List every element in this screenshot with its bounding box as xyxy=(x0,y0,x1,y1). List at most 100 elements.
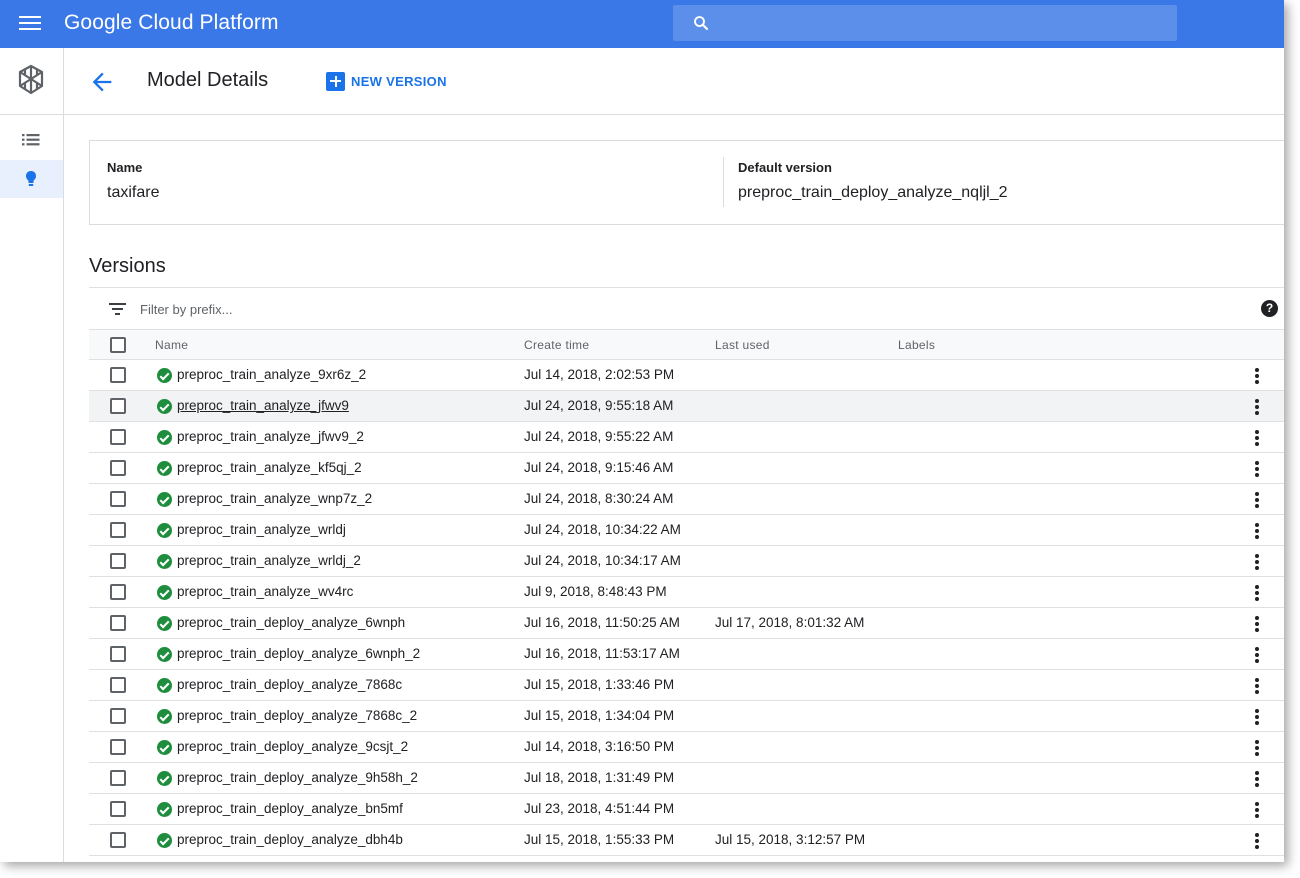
help-icon[interactable]: ? xyxy=(1261,300,1278,317)
row-checkbox[interactable] xyxy=(110,801,126,817)
more-vert-icon[interactable] xyxy=(1249,614,1265,634)
table-row[interactable]: preproc_train_analyze_jfwv9 Jul 24, 2018,… xyxy=(89,391,1284,422)
status-ok-icon xyxy=(157,771,172,786)
create-time-cell: Jul 9, 2018, 8:48:43 PM xyxy=(524,584,667,599)
row-checkbox[interactable] xyxy=(110,398,126,414)
table-row[interactable]: preproc_train_deploy_analyze_7868c_2 Jul … xyxy=(89,701,1284,732)
table-row[interactable]: preproc_train_deploy_analyze_7868c Jul 15… xyxy=(89,670,1284,701)
table-row[interactable]: preproc_train_deploy_analyze_bn5mf Jul 23… xyxy=(89,794,1284,825)
table-row[interactable]: preproc_train_analyze_wrldj_2 Jul 24, 201… xyxy=(89,546,1284,577)
column-header-create-time[interactable]: Create time xyxy=(524,338,589,352)
row-checkbox[interactable] xyxy=(110,677,126,693)
row-checkbox[interactable] xyxy=(110,584,126,600)
row-checkbox[interactable] xyxy=(110,646,126,662)
filter-input[interactable] xyxy=(140,298,840,320)
last-used-cell: Jul 17, 2018, 8:01:32 AM xyxy=(715,615,865,630)
more-vert-icon[interactable] xyxy=(1249,676,1265,696)
more-vert-icon[interactable] xyxy=(1249,459,1265,479)
table-row[interactable]: preproc_train_deploy_analyze_9csjt_2 Jul … xyxy=(89,732,1284,763)
version-name-link[interactable]: preproc_train_deploy_analyze_dbh4b xyxy=(177,832,403,847)
lightbulb-icon xyxy=(26,171,36,186)
app-window: Google Cloud Platform Model Details NEW … xyxy=(0,0,1284,862)
select-all-checkbox[interactable] xyxy=(110,337,126,353)
row-checkbox[interactable] xyxy=(110,770,126,786)
version-name-link[interactable]: preproc_train_deploy_analyze_bn5mf xyxy=(177,801,403,816)
more-vert-icon[interactable] xyxy=(1249,366,1265,386)
table-row[interactable]: preproc_train_deploy_analyze_6wnph_2 Jul … xyxy=(89,639,1284,670)
row-checkbox[interactable] xyxy=(110,460,126,476)
filter-icon[interactable] xyxy=(109,301,127,317)
status-ok-icon xyxy=(157,430,172,445)
table-row[interactable]: preproc_train_deploy_analyze_dbh4b Jul 15… xyxy=(89,825,1284,856)
table-row[interactable]: preproc_train_analyze_kf5qj_2 Jul 24, 201… xyxy=(89,453,1284,484)
version-name-link[interactable]: preproc_train_analyze_jfwv9_2 xyxy=(177,429,364,444)
table-row[interactable]: preproc_train_analyze_jfwv9_2 Jul 24, 201… xyxy=(89,422,1284,453)
new-version-button[interactable]: NEW VERSION xyxy=(326,70,447,92)
filter-bar: ? xyxy=(89,287,1284,330)
rail-item-models[interactable] xyxy=(0,160,63,198)
rail-divider xyxy=(0,114,63,115)
version-name-link[interactable]: preproc_train_deploy_analyze_6wnph_2 xyxy=(177,646,420,661)
version-name-link[interactable]: preproc_train_analyze_wnp7z_2 xyxy=(177,491,372,506)
version-name-link[interactable]: preproc_train_deploy_analyze_7868c_2 xyxy=(177,708,417,723)
column-header-labels[interactable]: Labels xyxy=(898,338,935,352)
more-vert-icon[interactable] xyxy=(1249,490,1265,510)
more-vert-icon[interactable] xyxy=(1249,428,1265,448)
table-row[interactable]: preproc_train_analyze_wnp7z_2 Jul 24, 201… xyxy=(89,484,1284,515)
row-checkbox[interactable] xyxy=(110,553,126,569)
more-vert-icon[interactable] xyxy=(1249,397,1265,417)
search-icon xyxy=(694,16,709,31)
menu-icon[interactable] xyxy=(18,13,42,35)
version-name-link[interactable]: preproc_train_deploy_analyze_9h58h_2 xyxy=(177,770,418,785)
create-time-cell: Jul 14, 2018, 3:16:50 PM xyxy=(524,739,675,754)
column-header-name[interactable]: Name xyxy=(155,338,188,352)
ai-platform-logo-icon[interactable] xyxy=(13,62,49,98)
table-row[interactable]: preproc_train_analyze_wv4rc Jul 9, 2018, … xyxy=(89,577,1284,608)
list-icon xyxy=(22,134,40,146)
version-name-link[interactable]: preproc_train_analyze_wrldj xyxy=(177,522,346,537)
column-header-last-used[interactable]: Last used xyxy=(715,338,770,352)
back-arrow-icon[interactable] xyxy=(88,68,116,96)
more-vert-icon[interactable] xyxy=(1249,738,1265,758)
version-name-link[interactable]: preproc_train_deploy_analyze_9csjt_2 xyxy=(177,739,408,754)
last-used-cell: Jul 15, 2018, 3:12:57 PM xyxy=(715,832,866,847)
more-vert-icon[interactable] xyxy=(1249,800,1265,820)
new-version-label: NEW VERSION xyxy=(351,73,447,89)
row-checkbox[interactable] xyxy=(110,708,126,724)
search-bar[interactable] xyxy=(673,5,1177,41)
more-vert-icon[interactable] xyxy=(1249,831,1265,851)
table-row[interactable]: preproc_train_analyze_9xr6z_2 Jul 14, 201… xyxy=(89,360,1284,391)
left-rail xyxy=(0,48,64,862)
more-vert-icon[interactable] xyxy=(1249,645,1265,665)
more-vert-icon[interactable] xyxy=(1249,769,1265,789)
version-name-link[interactable]: preproc_train_analyze_wrldj_2 xyxy=(177,553,361,568)
table-row[interactable]: preproc_train_analyze_wrldj Jul 24, 2018,… xyxy=(89,515,1284,546)
table-row[interactable]: preproc_train_deploy_analyze_9h58h_2 Jul … xyxy=(89,763,1284,794)
version-name-link[interactable]: preproc_train_analyze_jfwv9 xyxy=(177,398,349,413)
row-checkbox[interactable] xyxy=(110,491,126,507)
more-vert-icon[interactable] xyxy=(1249,521,1265,541)
row-checkbox[interactable] xyxy=(110,522,126,538)
table-row[interactable]: preproc_train_deploy_analyze_6wnph Jul 16… xyxy=(89,608,1284,639)
row-checkbox[interactable] xyxy=(110,832,126,848)
status-ok-icon xyxy=(157,399,172,414)
status-ok-icon xyxy=(157,616,172,631)
version-name-link[interactable]: preproc_train_analyze_wv4rc xyxy=(177,584,353,599)
add-box-icon xyxy=(326,71,345,91)
version-name-link[interactable]: preproc_train_analyze_9xr6z_2 xyxy=(177,367,366,382)
more-vert-icon[interactable] xyxy=(1249,583,1265,603)
version-name-link[interactable]: preproc_train_deploy_analyze_7868c xyxy=(177,677,402,692)
more-vert-icon[interactable] xyxy=(1249,552,1265,572)
more-vert-icon[interactable] xyxy=(1249,707,1265,727)
card-divider xyxy=(723,157,724,207)
row-checkbox[interactable] xyxy=(110,615,126,631)
version-name-link[interactable]: preproc_train_analyze_kf5qj_2 xyxy=(177,460,362,475)
search-input[interactable] xyxy=(721,5,1161,41)
name-value: taxifare xyxy=(107,184,160,201)
name-label: Name xyxy=(107,160,143,175)
row-checkbox[interactable] xyxy=(110,429,126,445)
row-checkbox[interactable] xyxy=(110,367,126,383)
rail-item-list[interactable] xyxy=(0,124,63,158)
row-checkbox[interactable] xyxy=(110,739,126,755)
version-name-link[interactable]: preproc_train_deploy_analyze_6wnph xyxy=(177,615,405,630)
